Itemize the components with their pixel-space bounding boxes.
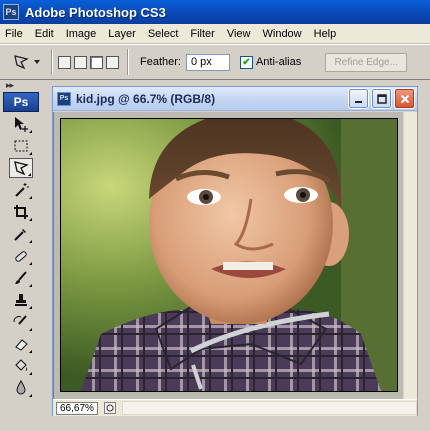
maximize-icon [376,93,387,104]
menu-window[interactable]: Window [257,28,308,40]
magic-wand-tool-icon[interactable] [9,180,33,200]
antialias-label: Anti-alias [255,56,302,68]
marquee-tool-icon[interactable] [9,136,33,156]
separator [51,49,53,75]
app-titlebar: Ps Adobe Photoshop CS3 [0,0,430,24]
menu-bar: File Edit Image Layer Select Filter View… [0,24,430,44]
status-info-button[interactable] [104,402,116,414]
chevron-down-icon [34,60,40,64]
document-icon: Ps [57,91,71,106]
photo-canvas[interactable] [60,118,398,392]
tool-preset-picker[interactable] [6,48,46,76]
close-button[interactable] [394,88,415,109]
healing-brush-tool-icon[interactable] [9,246,33,266]
add-selection-mode-icon[interactable] [74,55,87,69]
document-title: kid.jpg @ 66.7% (RGB/8) [76,91,216,106]
menu-layer[interactable]: Layer [102,28,142,40]
feather-label: Feather: [140,56,181,68]
toolbox: ▸▸ Ps [0,80,44,431]
antialias-checkbox[interactable]: ✔ [239,55,253,69]
toolbox-logo[interactable]: Ps [3,92,39,112]
menu-image[interactable]: Image [60,28,103,40]
menu-help[interactable]: Help [308,28,343,40]
checkmark-icon: ✔ [242,56,251,68]
document-titlebar[interactable]: Ps kid.jpg @ 66.7% (RGB/8) [53,87,417,111]
refine-edge-button[interactable]: Refine Edge... [325,52,408,72]
blur-tool-icon[interactable] [9,378,33,398]
menu-edit[interactable]: Edit [29,28,60,40]
polygonal-lasso-icon [14,55,29,70]
feather-input[interactable]: 0 px [185,53,230,71]
menu-file[interactable]: File [0,28,29,40]
history-brush-tool-icon[interactable] [9,312,33,332]
vertical-scrollbar[interactable] [403,112,417,399]
clone-stamp-tool-icon[interactable] [9,290,33,310]
intersect-selection-mode-icon[interactable] [106,55,119,69]
crop-tool-icon[interactable] [9,202,33,222]
canvas-area[interactable] [53,112,417,399]
document-window: Ps kid.jpg @ 66.7% (RGB/8) 66,67% [52,86,418,416]
new-selection-mode-icon[interactable] [58,55,71,69]
brush-tool-icon[interactable] [9,268,33,288]
eraser-tool-icon[interactable] [9,334,33,354]
paint-bucket-tool-icon[interactable] [9,356,33,376]
app-title: Adobe Photoshop CS3 [25,4,166,20]
menu-select[interactable]: Select [142,28,185,40]
photoshop-logo-icon: Ps [3,4,19,20]
zoom-level-field[interactable]: 66,67% [56,401,98,415]
horizontal-scrollbar[interactable] [122,401,417,415]
menu-view[interactable]: View [221,28,257,40]
boy-portrait-image [61,119,397,391]
minimize-button[interactable] [348,88,369,109]
menu-filter[interactable]: Filter [184,28,220,40]
window-controls [348,88,415,109]
minimize-icon [354,100,362,103]
document-status-bar: 66,67% [53,399,417,416]
eyedropper-tool-icon[interactable] [9,224,33,244]
lasso-tool-icon[interactable] [9,158,33,178]
separator [127,49,129,75]
close-icon [400,94,409,103]
clock-icon [106,404,114,412]
toolbox-grip[interactable]: ▸▸ [0,80,44,92]
move-tool-icon[interactable] [9,114,33,134]
maximize-button[interactable] [371,88,392,109]
subtract-selection-mode-icon[interactable] [90,55,103,69]
options-bar: Feather: 0 px ✔ Anti-alias Refine Edge..… [0,44,430,80]
